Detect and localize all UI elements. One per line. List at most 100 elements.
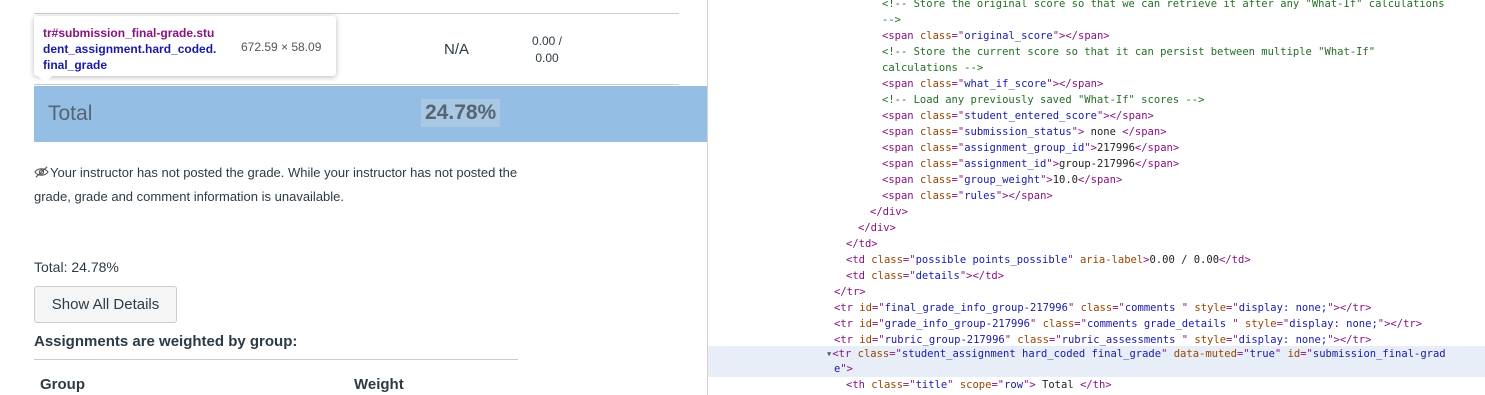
dom-node-line[interactable]: <!-- Load any previously saved "What-If"… bbox=[708, 92, 1485, 108]
column-header-group: Group bbox=[40, 376, 85, 393]
dom-token: <span bbox=[882, 78, 920, 90]
dom-token: original_score bbox=[964, 30, 1053, 42]
dom-node-line[interactable]: <!-- Store the current score so that it … bbox=[708, 44, 1485, 60]
dom-token: =" bbox=[991, 379, 1005, 391]
dom-token: </div> bbox=[858, 222, 896, 234]
dom-token: =" bbox=[871, 318, 885, 330]
dom-node-line[interactable]: <span class="assignment_group_id">217996… bbox=[708, 140, 1485, 156]
dom-token: <span bbox=[882, 174, 920, 186]
dom-token: =" bbox=[889, 348, 902, 360]
dom-token: =" bbox=[871, 334, 885, 346]
dom-token: id bbox=[859, 302, 872, 314]
dom-token: " bbox=[1004, 334, 1018, 346]
dom-node-line[interactable]: <span class="what_if_score"></span> bbox=[708, 76, 1485, 92]
selector-line-1: tr#submission_final-grade.stu bbox=[43, 26, 215, 40]
dom-token: "> bbox=[1071, 126, 1085, 138]
dom-token: id bbox=[1287, 348, 1301, 360]
dom-token: " bbox=[1067, 302, 1081, 314]
dom-node-line[interactable]: <span class="student_entered_score"></sp… bbox=[708, 108, 1485, 124]
dom-token: group-217996 bbox=[1059, 158, 1135, 170]
dom-token: <td bbox=[846, 270, 872, 282]
dom-node-line[interactable]: --> bbox=[708, 12, 1485, 28]
dom-token: title bbox=[915, 379, 948, 391]
dom-token: student_entered_score bbox=[964, 110, 1097, 122]
dom-token: assignment_id bbox=[964, 158, 1047, 170]
dom-token: class bbox=[919, 158, 952, 170]
dom-token: =" bbox=[1226, 334, 1239, 346]
dom-token: <td bbox=[846, 254, 872, 266]
selector-line-2: dent_assignment.hard_coded. bbox=[43, 42, 217, 56]
dom-token: " bbox=[1161, 348, 1174, 360]
dom-token: possible points_possible bbox=[915, 254, 1068, 266]
total-grade-percent: 24.78% bbox=[421, 99, 501, 127]
dom-node-line[interactable]: <th class="title" scope="row"> Total </t… bbox=[708, 377, 1485, 393]
element-selector: tr#submission_final-grade.stu dent_assig… bbox=[43, 25, 238, 73]
gradebook-page: N/A 0.00 / 0.00 Total 24.78% tr#submissi… bbox=[0, 0, 707, 395]
show-all-details-button[interactable]: Show All Details bbox=[34, 286, 177, 323]
dom-token: =" bbox=[951, 30, 965, 42]
dom-token: <!-- Load any previously saved "What-If"… bbox=[882, 94, 1205, 106]
dom-token: style bbox=[1245, 318, 1277, 330]
dom-token: <span bbox=[882, 158, 920, 170]
dom-token: </tr> bbox=[834, 286, 866, 298]
final-grade-row-highlight[interactable]: Total 24.78% bbox=[34, 86, 707, 142]
dom-token: =" bbox=[951, 174, 965, 186]
table-divider bbox=[34, 13, 679, 14]
dom-token: class bbox=[919, 30, 952, 42]
devtools-elements-panel[interactable]: <!-- Store the original score so that we… bbox=[708, 0, 1485, 395]
dom-node-line-selected[interactable]: ▾<tr class="student_assignment hard_code… bbox=[708, 346, 1485, 362]
column-header-weight: Weight bbox=[354, 376, 404, 393]
dom-node-line[interactable]: </div> bbox=[708, 220, 1485, 236]
dom-token: </span> bbox=[1078, 174, 1123, 186]
dom-token: "></tr> bbox=[1377, 318, 1423, 330]
tooltip-arrow bbox=[38, 76, 52, 83]
dom-node-line[interactable]: <span class="assignment_id">group-217996… bbox=[708, 156, 1485, 172]
dom-token: style bbox=[1194, 302, 1227, 314]
dom-token: " bbox=[1181, 334, 1195, 346]
dom-token: grade_info_group-217996 bbox=[884, 318, 1031, 330]
dom-token: aria-label bbox=[1079, 254, 1144, 266]
dom-token: </th> bbox=[1079, 379, 1112, 391]
dom-node-line[interactable]: <tr id="final_grade_info_group-217996" c… bbox=[708, 300, 1485, 316]
notice-text: Your instructor has not posted the grade… bbox=[34, 165, 518, 204]
table-divider bbox=[34, 84, 679, 85]
dom-node-line[interactable]: <span class="submission_status"> none </… bbox=[708, 124, 1485, 140]
points-line-2: 0.00 bbox=[535, 51, 559, 65]
dom-token: submission_final-grad bbox=[1312, 348, 1446, 360]
dom-token: class bbox=[919, 174, 952, 186]
dom-token: Total bbox=[1035, 379, 1080, 391]
dom-token: --> bbox=[882, 14, 901, 26]
dom-token: </span> bbox=[1122, 126, 1167, 138]
dom-token: class bbox=[857, 348, 890, 360]
dom-node-line[interactable]: calculations --> bbox=[708, 60, 1485, 76]
dom-node-line[interactable]: <span class="original_score"></span> bbox=[708, 28, 1485, 44]
dom-node-line[interactable]: </div> bbox=[708, 204, 1485, 220]
dom-token: scope bbox=[959, 379, 992, 391]
dom-node-line[interactable]: <tr id="grade_info_group-217996" class="… bbox=[708, 316, 1485, 332]
dom-token: rules bbox=[964, 190, 996, 202]
dom-token: =" bbox=[951, 142, 965, 154]
total-summary: Total: 24.78% bbox=[34, 259, 119, 275]
dom-token: assignment_group_id bbox=[964, 142, 1085, 154]
dom-token: =" bbox=[951, 110, 965, 122]
dom-node-line[interactable]: <span class="rules"></span> bbox=[708, 188, 1485, 204]
dom-token: "> bbox=[1046, 158, 1060, 170]
dom-token: true bbox=[1249, 348, 1275, 360]
dom-node-line[interactable]: <td class="details"></td> bbox=[708, 268, 1485, 284]
dom-node-line-selected[interactable]: e"> bbox=[708, 361, 1485, 377]
dom-token: <tr bbox=[834, 302, 860, 314]
dom-token: class bbox=[1042, 318, 1075, 330]
dom-token: =" bbox=[902, 270, 916, 282]
dom-node-line[interactable]: </td> bbox=[708, 236, 1485, 252]
dom-token: class bbox=[871, 254, 903, 266]
points-line-1: 0.00 / bbox=[531, 34, 563, 48]
dom-token: =" bbox=[1276, 318, 1290, 330]
dom-token: " bbox=[1030, 318, 1043, 330]
dom-node-line[interactable]: <!-- Store the original score so that we… bbox=[708, 0, 1485, 12]
dom-node-line[interactable]: </tr> bbox=[708, 284, 1485, 300]
dom-token: <tr bbox=[834, 318, 860, 330]
dom-token: =" bbox=[902, 379, 916, 391]
dom-token: " bbox=[1274, 348, 1288, 360]
dom-node-line[interactable]: <span class="group_weight">10.0</span> bbox=[708, 172, 1485, 188]
dom-node-line[interactable]: <td class="possible points_possible" ari… bbox=[708, 252, 1485, 268]
